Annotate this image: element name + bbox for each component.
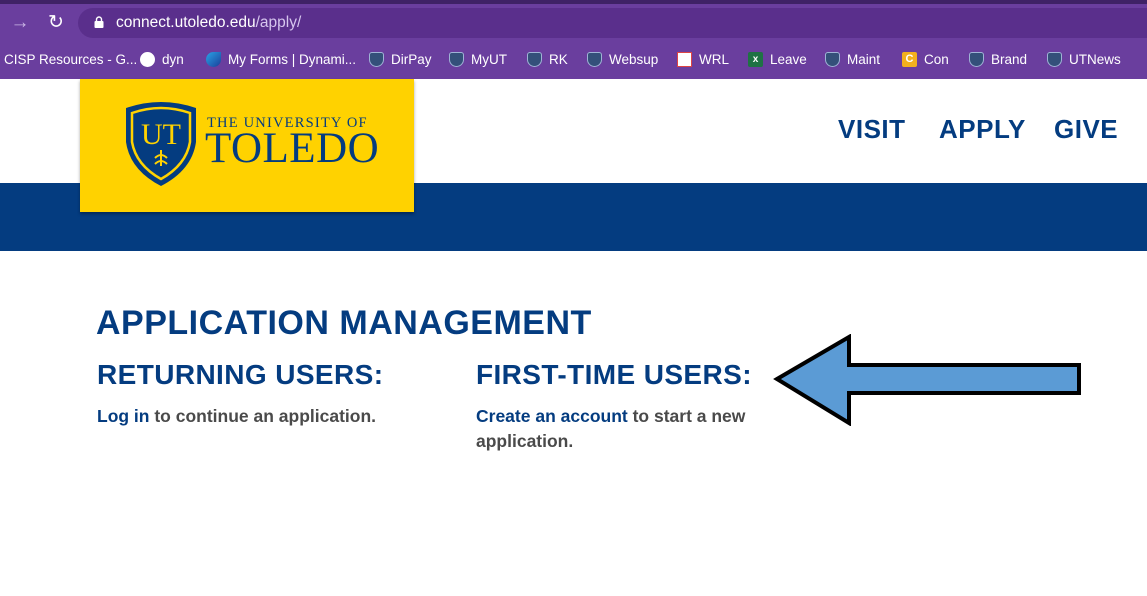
excel-icon: x: [748, 51, 763, 67]
ut-shield-icon: [527, 51, 542, 67]
bookmark-brand[interactable]: Brand: [969, 46, 1027, 72]
bookmark-my-forms[interactable]: My Forms | Dynami...: [206, 46, 356, 72]
bookmark-label: DirPay: [391, 51, 432, 67]
con-icon: C: [902, 51, 917, 67]
returning-users-description: to continue an application.: [149, 406, 377, 426]
first-time-users-heading: FIRST-TIME USERS:: [476, 359, 752, 390]
bookmark-label: My Forms | Dynami...: [228, 51, 357, 67]
ut-shield-icon: [825, 51, 840, 67]
ut-shield-icon: [969, 51, 984, 67]
bookmark-label: RK: [549, 51, 568, 67]
forward-icon[interactable]: →: [9, 12, 31, 34]
globe-icon: [140, 51, 155, 67]
tab-strip-edge: [0, 0, 1147, 4]
logo-wordmark-main: TOLEDO: [205, 125, 380, 172]
lock-icon[interactable]: [94, 16, 104, 28]
ut-shield-icon: UT: [126, 102, 196, 186]
gmail-icon: [677, 51, 692, 67]
bookmark-label: CISP Resources - G...: [4, 51, 138, 67]
bookmark-label: Websup: [609, 51, 659, 67]
ut-shield-icon: [369, 51, 384, 67]
ut-shield-icon: [587, 51, 602, 67]
bookmark-wrl[interactable]: WRL: [677, 46, 729, 72]
returning-users-text: Log in to continue an application.: [97, 404, 457, 429]
page-title: APPLICATION MANAGEMENT: [96, 304, 592, 342]
university-logo[interactable]: UT THE UNIVERSITY OF TOLEDO: [80, 79, 414, 212]
nav-apply-link[interactable]: APPLY: [939, 114, 1026, 150]
bookmark-con[interactable]: C Con: [902, 46, 949, 72]
nav-give-link[interactable]: GIVE: [1054, 114, 1118, 150]
first-time-users-text: Create an account to start a new applica…: [476, 404, 776, 454]
bookmark-label: dyn: [162, 51, 184, 67]
bookmark-dirpay[interactable]: DirPay: [369, 46, 432, 72]
bookmark-label: Maint: [847, 51, 881, 67]
log-in-link[interactable]: Log in: [97, 406, 149, 426]
address-bar[interactable]: connect.utoledo.edu/apply/: [78, 8, 1147, 38]
browser-toolbar: → ↻ connect.utoledo.edu/apply/ CISP Reso…: [0, 0, 1147, 79]
bookmark-label: WRL: [699, 51, 729, 67]
ut-shield-icon: [449, 51, 464, 67]
reload-icon[interactable]: ↻: [45, 12, 67, 34]
bookmark-rk[interactable]: RK: [527, 46, 568, 72]
bookmark-dyn[interactable]: dyn: [140, 46, 184, 72]
create-account-link[interactable]: Create an account: [476, 406, 628, 426]
bookmark-maint[interactable]: Maint: [825, 46, 880, 72]
bookmark-leave[interactable]: x Leave: [748, 46, 807, 72]
bookmark-cisp-resources[interactable]: CISP Resources - G...: [4, 46, 137, 72]
bookmark-myut[interactable]: MyUT: [449, 46, 507, 72]
url-text[interactable]: connect.utoledo.edu/apply/: [116, 14, 301, 32]
url-path: /apply/: [255, 14, 302, 31]
bookmarks-bar: CISP Resources - G... dyn My Forms | Dyn…: [0, 46, 1147, 72]
dynamics-icon: [206, 51, 221, 67]
bookmark-label: Brand: [991, 51, 1028, 67]
bookmark-label: Con: [924, 51, 949, 67]
logo-monogram: UT: [141, 118, 181, 151]
bookmark-label: Leave: [770, 51, 807, 67]
url-host: connect.utoledo.edu: [116, 14, 256, 31]
ut-shield-icon: [1047, 51, 1062, 67]
left-arrow-annotation: [773, 334, 1081, 426]
nav-visit-link[interactable]: VISIT: [838, 114, 906, 150]
bookmark-label: UTNews: [1069, 51, 1121, 67]
bookmark-label: MyUT: [471, 51, 507, 67]
bookmark-websup[interactable]: Websup: [587, 46, 658, 72]
bookmark-utnews[interactable]: UTNews: [1047, 46, 1121, 72]
returning-users-heading: RETURNING USERS:: [97, 359, 384, 390]
